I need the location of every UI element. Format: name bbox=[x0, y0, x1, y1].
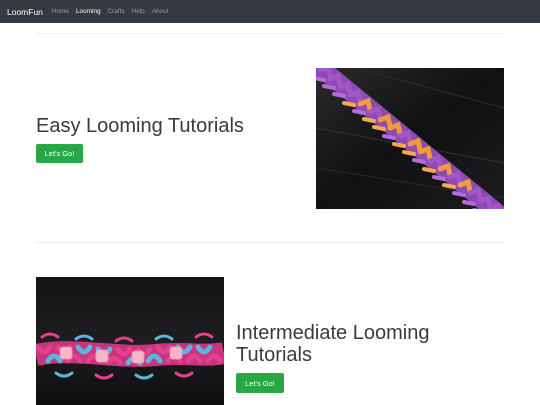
heading-line-2: Tutorials bbox=[236, 344, 312, 366]
nav-crafts[interactable]: Crafts bbox=[108, 8, 125, 15]
heading-line-1: Intermediate Looming bbox=[236, 322, 430, 344]
beaded-bracelet-image bbox=[36, 277, 224, 405]
nav-home[interactable]: Home bbox=[52, 8, 69, 15]
nav-looming[interactable]: Looming bbox=[76, 8, 101, 15]
nav-about[interactable]: About bbox=[152, 8, 169, 15]
intermediate-tutorials-heading: Intermediate Looming Tutorials bbox=[236, 322, 429, 366]
nav-help[interactable]: Help bbox=[132, 8, 145, 15]
easy-bracelet-photo bbox=[316, 68, 504, 209]
top-navbar: LoomFun Home Looming Crafts Help About bbox=[0, 0, 540, 23]
fishtail-bracelet-image bbox=[316, 68, 504, 209]
section-divider bbox=[36, 33, 504, 34]
intermediate-bracelet-photo bbox=[36, 277, 224, 405]
section-divider bbox=[36, 242, 504, 243]
easy-lets-go-button[interactable]: Let's Go! bbox=[36, 144, 83, 163]
intermediate-lets-go-button[interactable]: Let's Go! bbox=[236, 373, 284, 393]
brand-logo[interactable]: LoomFun bbox=[7, 7, 43, 17]
easy-tutorials-heading: Easy Looming Tutorials bbox=[36, 115, 244, 137]
